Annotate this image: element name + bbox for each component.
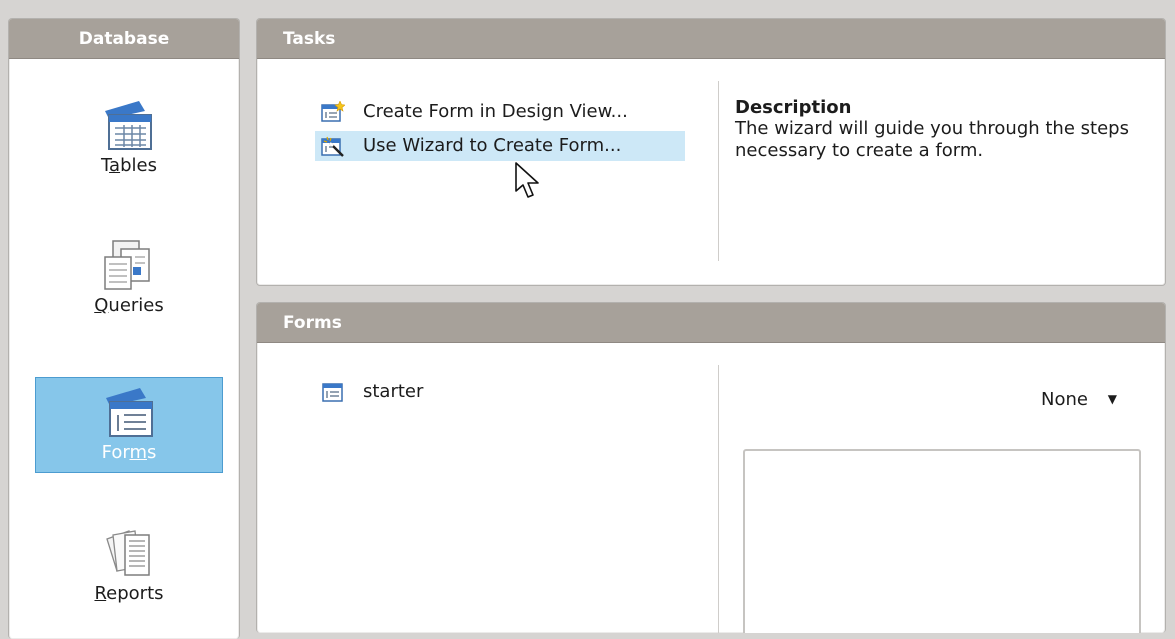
form-list-item-starter[interactable]: starter: [315, 377, 515, 407]
forms-divider: [718, 365, 719, 633]
sidebar-item-label: Queries: [94, 295, 164, 316]
form-list-item-label: starter: [363, 381, 424, 402]
sidebar-item-label: Forms: [101, 442, 157, 463]
preview-mode-dropdown[interactable]: None ▼: [1041, 389, 1117, 410]
sidebar-item-reports[interactable]: Reports: [35, 519, 223, 615]
tasks-panel: Tasks Create Form in Design View... Use …: [256, 18, 1166, 286]
database-panel-title: Database: [9, 19, 239, 59]
task-label: Use Wizard to Create Form...: [363, 135, 622, 156]
queries-icon: [104, 240, 150, 290]
form-preview-area: [743, 449, 1141, 633]
create-form-design-view-task[interactable]: Create Form in Design View...: [315, 97, 691, 127]
preview-mode-value: None: [1041, 389, 1088, 410]
sidebar-item-label: Reports: [94, 583, 164, 604]
use-wizard-create-form-task[interactable]: Use Wizard to Create Form...: [315, 131, 685, 161]
tasks-divider: [718, 81, 719, 261]
forms-panel-title: Forms: [257, 303, 1165, 343]
description-text: The wizard will guide you through the st…: [735, 118, 1129, 161]
mouse-pointer-icon: [515, 162, 539, 198]
sidebar-item-queries[interactable]: Queries: [35, 231, 223, 327]
sidebar-item-label: Tables: [101, 155, 157, 176]
form-document-icon: [322, 383, 343, 402]
task-label: Create Form in Design View...: [363, 101, 628, 122]
form-design-icon: [321, 101, 345, 122]
sidebar-item-tables[interactable]: Tables: [35, 91, 223, 187]
forms-icon: [106, 388, 153, 437]
sidebar-item-forms[interactable]: Forms: [35, 377, 223, 473]
database-panel: Database Tables Queries Forms Reports: [8, 18, 240, 639]
chevron-down-icon: ▼: [1107, 392, 1117, 406]
tables-icon: [105, 101, 152, 150]
reports-icon: [106, 530, 150, 576]
forms-panel: Forms starter None ▼: [256, 302, 1166, 633]
tasks-panel-title: Tasks: [257, 19, 1165, 59]
form-wizard-icon: [321, 136, 344, 157]
description-title: Description: [735, 97, 852, 118]
